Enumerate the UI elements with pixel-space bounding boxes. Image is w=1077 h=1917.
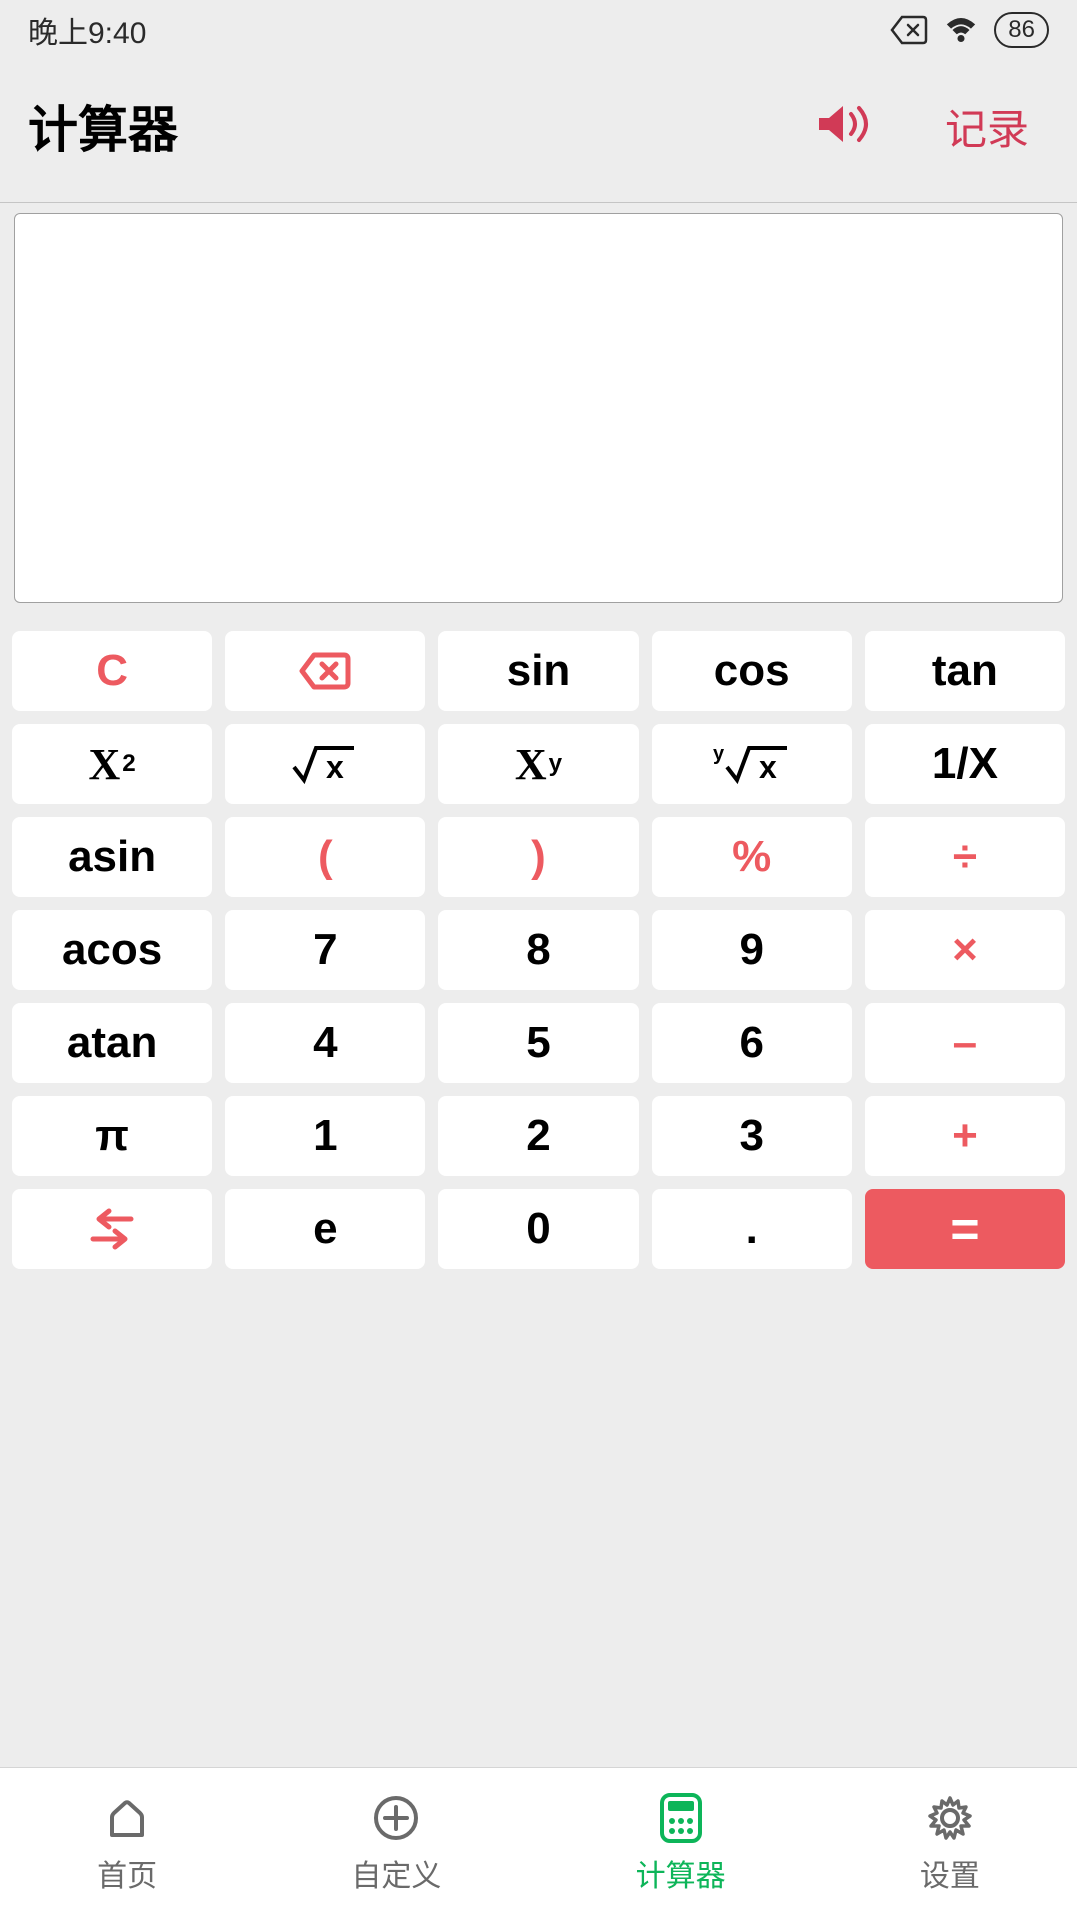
digit-5-button[interactable]: 5 (438, 1003, 638, 1083)
equals-button[interactable]: = (865, 1189, 1065, 1269)
digit-1-button[interactable]: 1 (225, 1096, 425, 1176)
keypad: C sin cos tan X2 x Xy y x 1/X (0, 613, 1077, 1729)
backspace-button[interactable] (225, 631, 425, 711)
plus-button[interactable]: + (865, 1096, 1065, 1176)
digit-4-button[interactable]: 4 (225, 1003, 425, 1083)
close-paren-button[interactable]: ) (438, 817, 638, 897)
sqrt-button[interactable]: x (225, 724, 425, 804)
svg-text:x: x (759, 749, 777, 785)
nav-calculator[interactable]: 计算器 (636, 1791, 726, 1895)
plus-circle-icon (369, 1791, 423, 1845)
nav-home[interactable]: 首页 (97, 1791, 157, 1895)
multiply-button[interactable]: × (865, 910, 1065, 990)
record-button[interactable]: 记录 (945, 96, 1029, 157)
e-button[interactable]: e (225, 1189, 425, 1269)
status-bar: 晚上9:40 86 (0, 0, 1077, 60)
status-time: 晚上9:40 (28, 8, 146, 52)
y-root-button[interactable]: y x (652, 724, 852, 804)
status-right: 86 (890, 12, 1049, 48)
digit-3-button[interactable]: 3 (652, 1096, 852, 1176)
digit-8-button[interactable]: 8 (438, 910, 638, 990)
calculator-display[interactable] (14, 213, 1063, 603)
percent-button[interactable]: % (652, 817, 852, 897)
digit-7-button[interactable]: 7 (225, 910, 425, 990)
digit-9-button[interactable]: 9 (652, 910, 852, 990)
bottom-nav: 首页 自定义 计算器 (0, 1767, 1077, 1917)
sin-button[interactable]: sin (438, 631, 638, 711)
open-paren-button[interactable]: ( (225, 817, 425, 897)
app-header: 计算器 记录 (0, 60, 1077, 203)
acos-button[interactable]: acos (12, 910, 212, 990)
digit-6-button[interactable]: 6 (652, 1003, 852, 1083)
clear-button[interactable]: C (12, 631, 212, 711)
bottom-spacer (0, 1729, 1077, 1767)
atan-button[interactable]: atan (12, 1003, 212, 1083)
svg-text:x: x (326, 749, 344, 785)
wifi-icon (944, 13, 978, 47)
swap-button[interactable] (12, 1189, 212, 1269)
divide-button[interactable]: ÷ (865, 817, 1065, 897)
cos-button[interactable]: cos (652, 631, 852, 711)
tan-button[interactable]: tan (865, 631, 1065, 711)
nav-settings-label: 设置 (920, 1851, 980, 1895)
digit-2-button[interactable]: 2 (438, 1096, 638, 1176)
x-squared-button[interactable]: X2 (12, 724, 212, 804)
svg-text:y: y (713, 743, 725, 765)
nav-home-label: 首页 (97, 1851, 157, 1895)
battery-indicator: 86 (994, 12, 1049, 48)
gear-icon (923, 1791, 977, 1845)
nav-calculator-label: 计算器 (636, 1851, 726, 1895)
reciprocal-button[interactable]: 1/X (865, 724, 1065, 804)
nav-custom[interactable]: 自定义 (351, 1791, 441, 1895)
digit-0-button[interactable]: 0 (438, 1189, 638, 1269)
page-title: 计算器 (28, 90, 178, 162)
delete-status-icon (890, 15, 928, 45)
home-icon (100, 1791, 154, 1845)
minus-button[interactable]: – (865, 1003, 1065, 1083)
decimal-button[interactable]: . (652, 1189, 852, 1269)
nav-settings[interactable]: 设置 (920, 1791, 980, 1895)
pi-button[interactable]: π (12, 1096, 212, 1176)
nav-custom-label: 自定义 (351, 1851, 441, 1895)
calculator-icon (654, 1791, 708, 1845)
sound-icon[interactable] (815, 100, 875, 153)
asin-button[interactable]: asin (12, 817, 212, 897)
x-power-y-button[interactable]: Xy (438, 724, 638, 804)
